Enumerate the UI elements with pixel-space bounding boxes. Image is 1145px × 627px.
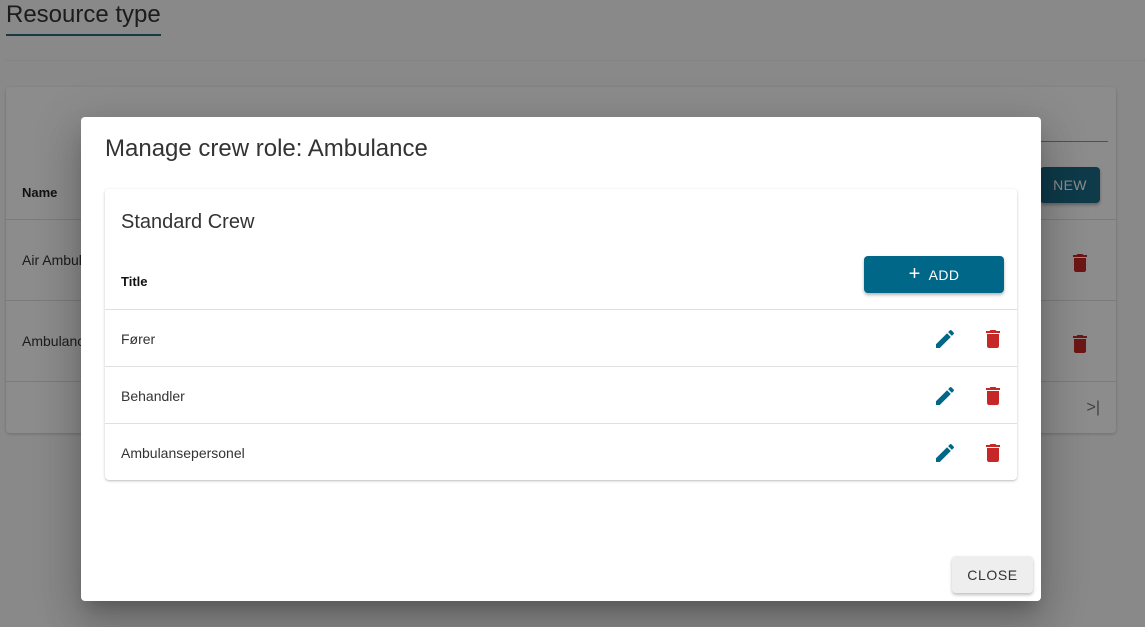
add-button[interactable]: + ADD — [864, 256, 1004, 293]
edit-icon[interactable] — [933, 441, 957, 465]
close-button[interactable]: CLOSE — [952, 556, 1033, 593]
crew-card-title: Standard Crew — [121, 211, 255, 233]
add-button-label: ADD — [928, 266, 960, 283]
crew-role-title: Fører — [121, 331, 156, 347]
edit-icon[interactable] — [933, 327, 957, 351]
standard-crew-card: Standard Crew Title + ADD Fører Behandle… — [105, 189, 1017, 480]
crew-table-header: Title + ADD — [105, 253, 1017, 310]
delete-icon[interactable] — [981, 441, 1005, 465]
crew-role-title: Ambulansepersonel — [121, 445, 245, 461]
plus-icon: + — [908, 262, 921, 285]
column-header-title[interactable]: Title — [121, 274, 148, 289]
delete-icon[interactable] — [981, 327, 1005, 351]
crew-role-title: Behandler — [121, 388, 185, 404]
crew-row: Ambulansepersonel — [105, 424, 1017, 481]
crew-row: Behandler — [105, 367, 1017, 424]
delete-icon[interactable] — [981, 384, 1005, 408]
edit-icon[interactable] — [933, 384, 957, 408]
manage-crew-role-dialog: Manage crew role: Ambulance Standard Cre… — [81, 117, 1041, 601]
dialog-title: Manage crew role: Ambulance — [105, 135, 428, 162]
crew-row: Fører — [105, 310, 1017, 367]
